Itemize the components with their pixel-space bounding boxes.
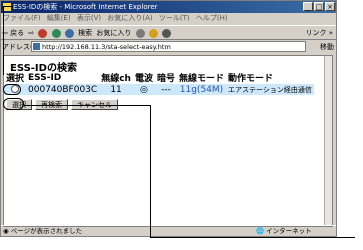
history-icon[interactable] [135,28,145,38]
menu-help[interactable]: ヘルプ(H) [196,14,228,22]
search-button[interactable]: 検索 [78,29,92,37]
callout-line-top [3,6,13,75]
mail-icon[interactable] [148,28,158,38]
page-done-icon: ◉ [3,227,9,235]
status-text: ページが表示されました [10,227,83,235]
header-wireless-mode: 無線モード [178,74,224,84]
address-input[interactable]: http://192.168.11.3/sta-select-easy.htm [31,41,306,52]
page-icon [33,43,40,50]
menu-bar: ファイル(F) 編集(E) 表示(V) お気に入り(A) ツール(T) ヘルプ(… [1,13,336,24]
vertical-scrollbar[interactable] [324,56,332,226]
row-crypto: --- [154,84,177,95]
header-signal: 電波 [134,74,153,84]
header-essid: ESS-ID [28,72,62,83]
row-channel: 11 [99,84,133,95]
table-header: 選択 ESS-ID 無線ch 電波 暗号 無線モード 動作モード [4,71,314,85]
menu-favorites[interactable]: お気に入り(A) [107,14,152,22]
menu-view[interactable]: 表示(V) [77,14,101,22]
toolbar: ⇦ 戻る ⇨ 検索 お気に入り リンク » [1,25,336,40]
row-operation-mode: エアステーション経由通信 [225,84,314,95]
home-icon[interactable] [64,28,74,38]
favorites-button[interactable]: お気に入り [96,29,131,37]
status-bar: ◉ ページが表示されました 🌐 インターネット [1,225,336,236]
go-button[interactable]: 移動 [320,40,334,54]
page-content: ESS-IDの検索 選択 ESS-ID 無線ch 電波 暗号 無線モード 動作モ… [3,55,333,227]
row-signal: ◎ [132,84,155,95]
stop-icon[interactable] [38,28,48,38]
menu-edit[interactable]: 編集(E) [47,14,71,22]
address-bar: アドレス(D) http://192.168.11.3/sta-select-e… [1,40,336,54]
callout-radio-circle [3,84,21,95]
links-button[interactable]: リンク » [305,26,333,40]
header-channel: 無線ch [101,74,131,84]
minimize-button[interactable]: _ [303,2,313,11]
row-wireless-mode: 11g(54M) [176,84,226,95]
forward-icon[interactable]: ⇨ [28,29,34,37]
callout-select-circle [3,98,24,110]
callout-horizontal-line [24,105,150,106]
window-title: ESS-IDの検索 - Microsoft Internet Explorer [13,3,158,11]
maximize-button[interactable]: □ [314,2,324,11]
results-table: 選択 ESS-ID 無線ch 電波 暗号 無線モード 動作モード 000740B… [4,71,314,95]
menu-tools[interactable]: ツール(T) [159,14,190,22]
table-row[interactable]: 000740BF003C 11 ◎ --- 11g(54M) エアステーション経… [4,84,314,95]
header-operation-mode: 動作モード [227,74,273,84]
zone-indicator: 🌐 インターネット [256,227,312,235]
callout-vertical-line [150,105,151,238]
callout-bottom-line [150,237,355,238]
header-crypto: 暗号 [156,74,175,84]
address-url: http://192.168.11.3/sta-select-easy.htm [42,43,171,51]
title-bar: ESS-IDの検索 - Microsoft Internet Explorer … [1,1,336,13]
row-essid: 000740BF003C [26,84,100,95]
refresh-icon[interactable] [51,28,61,38]
print-icon[interactable] [162,28,172,38]
close-button[interactable]: × [325,2,335,11]
browser-window: ESS-IDの検索 - Microsoft Internet Explorer … [0,0,337,237]
zone-text: インターネット [266,227,312,235]
